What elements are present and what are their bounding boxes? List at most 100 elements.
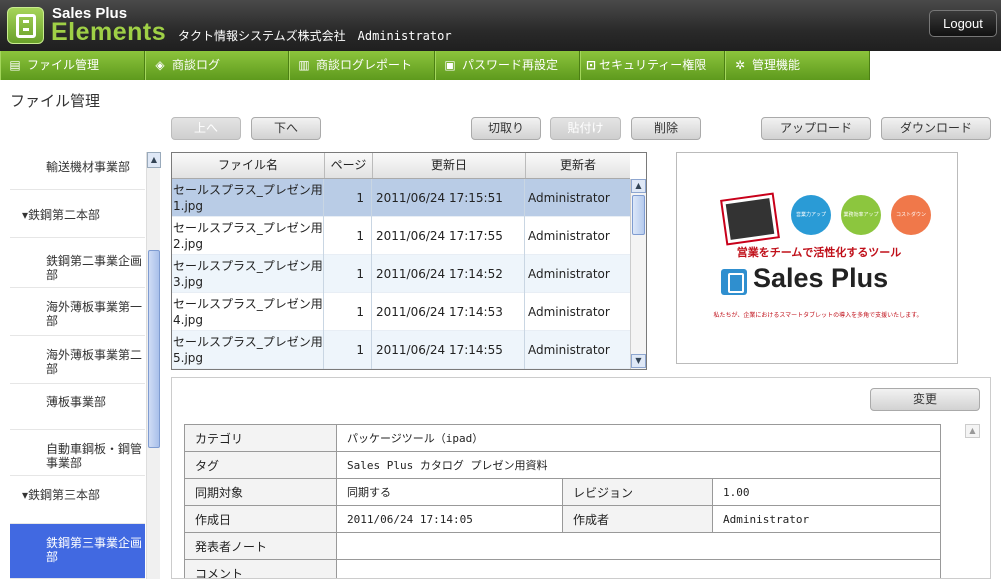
cell-updated: 2011/06/24 17:14:55 [373,331,525,369]
cell-filename: セールスプラス_プレゼン用1.jpg [172,179,324,217]
document-icon: ▤ [9,58,21,72]
cell-updated: 2011/06/24 17:14:53 [373,293,525,331]
file-table-scrollbar[interactable]: ▲ ▼ [630,179,646,369]
preview-footnote: 私たちが、企業におけるスマートタブレットの導入を多角で支援いたします。 [713,312,923,319]
created-date-value: 2011/06/24 17:14:05 [336,505,563,533]
nav-sales-log[interactable]: ◈ 商談ログ [145,51,289,80]
file-properties-table: カテゴリ パッケージツール（ipad） タグ Sales Plus カタログ プ… [184,424,941,578]
column-header-filename[interactable]: ファイル名 [172,153,325,178]
cell-updater: Administrator [528,191,610,205]
file-list-table: ファイル名 ページ 更新日 更新者 セールスプラス_プレゼン用1.jpg 1 2… [171,152,647,370]
cell-filename: セールスプラス_プレゼン用3.jpg [172,255,324,293]
scroll-up-arrow-icon[interactable]: ▲ [631,179,646,193]
cell-updated: 2011/06/24 17:14:52 [373,255,525,293]
cell-updater: Administrator [528,229,610,243]
tree-item-selected[interactable]: 鉄鋼第三事業企画部 [10,524,145,579]
badge-cost-down: コストダウン [891,195,931,235]
cell-filename: セールスプラス_プレゼン用4.jpg [172,293,324,331]
nav-file-management[interactable]: ▤ ファイル管理 [0,51,145,80]
sidebar-scrollbar[interactable]: ▲ [146,152,161,579]
category-value[interactable]: パッケージツール（ipad） [336,424,941,452]
cell-updater: Administrator [528,305,610,319]
comment-label: コメント [184,559,337,578]
file-preview-image: 営業力アップ 業務効率アップ コストダウン 営業をチームで活性化するツール Sa… [676,152,958,364]
table-row[interactable]: セールスプラス_プレゼン用1.jpg 1 2011/06/24 17:15:51… [172,179,630,217]
category-label: カテゴリ [184,424,337,452]
id-card-icon: ▣ [444,58,456,72]
nav-sales-log-report[interactable]: ▥ 商談ログレポート [289,51,435,80]
table-row[interactable]: セールスプラス_プレゼン用5.jpg 1 2011/06/24 17:14:55… [172,331,630,369]
tablet-illustration [720,192,780,246]
cell-pages: 1 [325,217,372,255]
revision-label: レビジョン [562,478,713,506]
scrollbar-thumb[interactable] [148,250,160,448]
cell-updater: Administrator [528,343,610,357]
presenter-note-value[interactable] [336,532,941,560]
nav-label: 商談ログレポート [316,58,413,72]
tree-item[interactable]: 自動車鋼板・鋼管事業部 [10,430,145,476]
tree-group[interactable]: ▾鉄鋼第二本部 [10,190,145,238]
cell-updated: 2011/06/24 17:15:51 [373,179,525,217]
cell-updater: Administrator [528,267,610,281]
cut-button[interactable]: 切取り [471,117,541,140]
sales-plus-logo-icon [721,269,747,295]
nav-label: パスワード再設定 [462,58,559,72]
cell-updated: 2011/06/24 17:17:55 [373,217,525,255]
paste-button[interactable]: 貼付け [550,117,621,140]
nav-label: 管理機能 [752,58,801,72]
nav-admin-functions[interactable]: ✲ 管理機能 [725,51,870,80]
preview-slogan: 営業をチームで活性化するツール [736,246,902,259]
nav-security-permissions[interactable]: ⊡ セキュリティー権限 [580,51,725,80]
column-header-updater[interactable]: 更新者 [526,153,630,178]
author-value: Administrator [712,505,941,533]
page-title: ファイル管理 [10,92,101,110]
tree-item[interactable]: 鉄鋼第二事業企画部 [10,238,145,288]
nav-password-reset[interactable]: ▣ パスワード再設定 [435,51,580,80]
tag-label: タグ [184,451,337,479]
scrollbar-thumb[interactable] [632,195,645,235]
bar-chart-icon: ▥ [298,58,310,72]
table-row[interactable]: セールスプラス_プレゼン用4.jpg 1 2011/06/24 17:14:53… [172,293,630,331]
table-row[interactable]: セールスプラス_プレゼン用3.jpg 1 2011/06/24 17:14:52… [172,255,630,293]
file-detail-panel: 変更 カテゴリ パッケージツール（ipad） タグ Sales Plus カタロ… [171,377,991,579]
cell-pages: 1 [325,255,372,293]
table-row[interactable]: セールスプラス_プレゼン用2.jpg 1 2011/06/24 17:17:55… [172,217,630,255]
badge-efficiency-up: 業務効率アップ [841,195,881,235]
delete-button[interactable]: 削除 [631,117,701,140]
nav-label: ファイル管理 [27,58,100,72]
tree-item[interactable]: 薄板事業部 [10,384,145,430]
cell-filename: セールスプラス_プレゼン用2.jpg [172,217,324,255]
change-button[interactable]: 変更 [870,388,980,411]
move-down-button[interactable]: 下へ [251,117,321,140]
tag-value[interactable]: Sales Plus カタログ プレゼン用資料 [336,451,941,479]
scroll-down-arrow-icon[interactable]: ▼ [631,354,646,368]
comment-value[interactable] [336,559,941,578]
column-header-updated[interactable]: 更新日 [373,153,526,178]
app-logo-icon [7,7,44,44]
tree-item[interactable]: 輸送機材事業部 [10,152,145,190]
download-button[interactable]: ダウンロード [881,117,991,140]
gear-icon: ✲ [734,58,746,72]
move-up-button[interactable]: 上へ [171,117,241,140]
tree-item[interactable]: 海外薄板事業第一部 [10,288,145,336]
nav-label: 商談ログ [172,58,221,72]
lock-icon: ⊡ [585,58,597,72]
upload-button[interactable]: アップロード [761,117,871,140]
sync-label: 同期対象 [184,478,337,506]
table-header: ファイル名 ページ 更新日 更新者 [172,153,630,179]
tree-item[interactable]: 海外薄板事業第二部 [10,336,145,384]
scroll-up-arrow-icon[interactable]: ▲ [147,152,161,168]
cell-pages: 1 [325,293,372,331]
created-date-label: 作成日 [184,505,337,533]
column-header-pages[interactable]: ページ [325,153,373,178]
main-navbar: ▤ ファイル管理 ◈ 商談ログ ▥ 商談ログレポート ▣ パスワード再設定 ⊡ セキュリテ… [0,51,1001,80]
detail-scrollbar[interactable]: ▲ [965,424,981,578]
scroll-up-arrow-icon[interactable]: ▲ [965,424,980,438]
cell-pages: 1 [325,179,372,217]
logout-button[interactable]: Logout [929,10,997,37]
department-tree: 輸送機材事業部 ▾鉄鋼第二本部 鉄鋼第二事業企画部 海外薄板事業第一部 海外薄板… [10,152,145,579]
presenter-note-label: 発表者ノート [184,532,337,560]
preview-brand: Sales Plus [753,263,889,293]
sync-value[interactable]: 同期する [336,478,563,506]
tree-group[interactable]: ▾鉄鋼第三本部 [10,476,145,524]
